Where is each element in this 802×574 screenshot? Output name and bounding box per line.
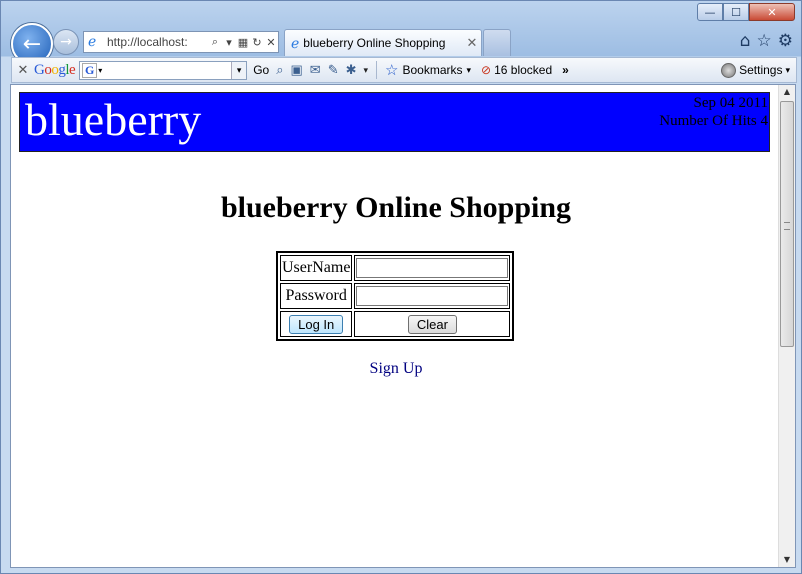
minimize-button[interactable]: — — [697, 3, 723, 21]
window-controls: — ☐ ✕ — [697, 3, 795, 21]
close-window-button[interactable]: ✕ — [749, 3, 795, 21]
scroll-grip — [784, 222, 790, 230]
bookmarks-label: Bookmarks — [402, 63, 463, 77]
tab-current[interactable]: ℯ blueberry Online Shopping ✕ — [284, 29, 482, 56]
password-row: Password — [280, 283, 511, 309]
password-label: Password — [280, 283, 353, 309]
site-brand: blueberry — [25, 94, 202, 145]
logo-letter: G — [34, 61, 45, 78]
close-toolbar-icon[interactable]: ✕ — [12, 62, 34, 78]
password-input[interactable] — [356, 286, 509, 306]
star-icon: ☆ — [385, 62, 399, 79]
address-bar[interactable]: ℯ http://localhost: ⌕ ▾ ▦ ↻ ✕ — [83, 31, 279, 53]
gadgets-icon[interactable]: ✱ — [346, 62, 357, 78]
login-cell: Log In — [280, 311, 353, 337]
settings-label: Settings — [739, 63, 783, 77]
scroll-thumb[interactable] — [780, 101, 794, 347]
stop-icon[interactable]: ✕ — [264, 36, 278, 49]
sign-up-link[interactable]: Sign Up — [11, 360, 781, 378]
login-form: UserName Password Log In Clear — [276, 251, 515, 341]
new-tab-button[interactable] — [483, 29, 511, 56]
settings-gear-icon — [721, 62, 737, 78]
google-search-input[interactable]: G ▾ ▾ — [79, 60, 248, 80]
bookmarks-menu[interactable]: ☆ Bookmarks ▾ — [385, 61, 471, 79]
chevron-down-icon: ▾ — [785, 64, 790, 75]
go-button[interactable]: Go — [253, 63, 269, 77]
tab-title: blueberry Online Shopping — [303, 36, 446, 50]
search-icon[interactable]: ⌕ — [276, 62, 283, 78]
more-buttons-icon[interactable]: » — [562, 63, 569, 77]
gear-icon[interactable]: ⚙ — [778, 31, 793, 51]
settings-menu[interactable]: Settings ▾ — [721, 62, 790, 78]
clear-button[interactable]: Clear — [407, 314, 457, 334]
refresh-icon[interactable]: ↻ — [250, 36, 264, 49]
page-viewport: blueberry Sep 04 2011 Number Of Hits 4 b… — [10, 84, 796, 568]
translate-icon[interactable]: ✎ — [328, 62, 339, 78]
clear-cell: Clear — [354, 311, 511, 337]
page-title: blueberry Online Shopping — [220, 191, 572, 224]
ie-page-icon: ℯ — [88, 34, 97, 50]
site-header: blueberry Sep 04 2011 Number Of Hits 4 — [19, 92, 770, 152]
popup-blocker[interactable]: ⊘ 16 blocked — [481, 63, 552, 77]
maximize-button[interactable]: ☐ — [723, 3, 749, 21]
chat-icon[interactable]: ✉ — [310, 62, 321, 78]
blocked-count: 16 blocked — [494, 63, 553, 77]
browser-actions: ⌂ ☆ ⚙ — [740, 31, 793, 51]
arrow-left-icon: ← — [22, 31, 42, 57]
ie-tab-icon: ℯ — [291, 34, 300, 51]
search-icon[interactable]: ⌕ — [208, 35, 222, 49]
username-input[interactable] — [356, 258, 509, 278]
address-url[interactable]: http://localhost: — [107, 35, 208, 49]
home-icon[interactable]: ⌂ — [740, 31, 751, 51]
arrow-right-icon: → — [60, 34, 72, 50]
chevron-down-icon[interactable]: ▾ — [364, 65, 369, 76]
vertical-scrollbar[interactable]: ▲ ▼ — [778, 85, 795, 567]
scroll-up-icon[interactable]: ▲ — [779, 85, 795, 99]
browser-window: — ☐ ✕ ← → ℯ http://localhost: ⌕ ▾ ▦ ↻ ✕ … — [0, 0, 802, 574]
chevron-down-icon: ▾ — [466, 64, 472, 75]
google-g-icon[interactable]: G — [82, 62, 98, 78]
toolbar-divider — [376, 61, 378, 79]
image-icon[interactable]: ▣ — [290, 62, 302, 78]
blocked-icon: ⊘ — [481, 63, 492, 77]
forward-button[interactable]: → — [53, 29, 79, 55]
header-meta: Sep 04 2011 Number Of Hits 4 — [659, 94, 768, 130]
current-date: Sep 04 2011 — [693, 95, 768, 111]
username-label: UserName — [280, 255, 353, 281]
actions-row: Log In Clear — [280, 311, 511, 337]
dropdown-icon[interactable]: ▾ — [222, 36, 236, 49]
google-toolbar: ✕ Google G ▾ ▾ Go ⌕ ▣ ✉ ✎ ✱ ▾ ☆ Bookmark… — [11, 57, 797, 83]
password-cell — [354, 283, 511, 309]
username-cell — [354, 255, 511, 281]
login-button[interactable]: Log In — [289, 314, 344, 334]
google-logo[interactable]: Google — [34, 61, 76, 79]
scroll-down-icon[interactable]: ▼ — [779, 553, 795, 567]
search-dropdown-icon[interactable]: ▾ — [231, 61, 247, 79]
compatibility-view-icon[interactable]: ▦ — [236, 36, 250, 49]
logo-letter: e — [69, 61, 76, 78]
username-row: UserName — [280, 255, 511, 281]
close-tab-icon[interactable]: ✕ — [463, 35, 481, 51]
favorites-star-icon[interactable]: ☆ — [757, 31, 772, 51]
chevron-down-icon[interactable]: ▾ — [98, 66, 102, 75]
hit-counter: Number Of Hits 4 — [659, 113, 768, 129]
